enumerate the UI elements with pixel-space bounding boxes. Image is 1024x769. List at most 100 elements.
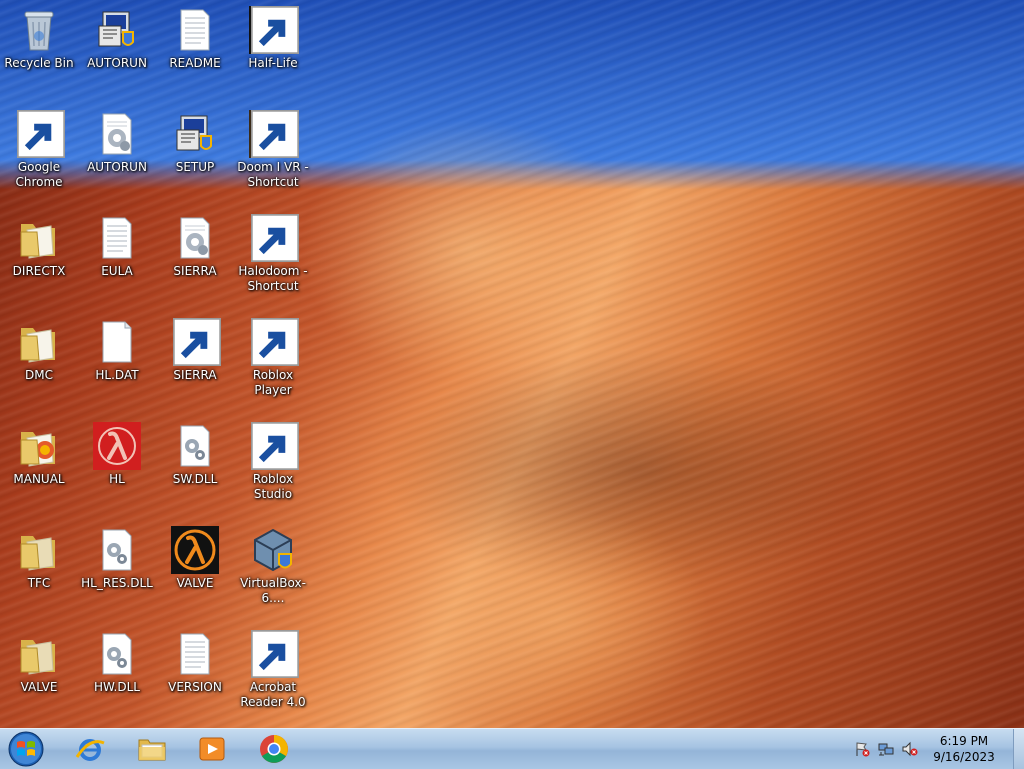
text-file-icon [171,6,219,54]
shortcut-arrow-icon [251,318,299,366]
desktop-icon-autorun-exe[interactable]: AUTORUN [78,6,156,71]
folder-icon [15,526,63,574]
desktop-icon-directx[interactable]: DIRECTX [0,214,78,279]
desktop-icon-label: DMC [25,368,53,382]
desktop-icon-label: AUTORUN [87,160,147,174]
desktop-icon-dmc[interactable]: DMC [0,318,78,383]
desktop-icon-hl-dat[interactable]: HL.DAT [78,318,156,383]
config-file-icon [171,214,219,262]
volume-muted-icon[interactable] [902,741,918,757]
desktop[interactable]: Recycle Bin Google Chrome DIRECTX DMC MA… [0,0,1024,728]
shortcut-arrow-icon [173,318,221,366]
desktop-icon-label: HW.DLL [94,680,140,694]
desktop-icon-roblox-player[interactable]: Roblox Player [234,318,312,398]
setup-icon [171,110,219,158]
dll-file-icon [93,526,141,574]
desktop-icon-halodoom[interactable]: Halodoom - Shortcut [234,214,312,294]
desktop-icon-label: VALVE [176,576,214,590]
text-file-icon [93,214,141,262]
desktop-icon-label: Doom I VR - Shortcut [237,160,309,189]
desktop-icon-label: AUTORUN [87,56,147,70]
config-file-icon [93,110,141,158]
shortcut-arrow-icon [251,214,299,262]
half-life-icon [249,6,299,54]
desktop-icon-sierra-url[interactable]: SIERRA [156,318,234,383]
acrobat-icon [249,630,299,678]
desktop-icon-label: Half-Life [248,56,298,70]
doom-icon [249,110,299,158]
desktop-icon-hw-dll[interactable]: HW.DLL [78,630,156,695]
desktop-icon-valve-folder[interactable]: VALVE [0,630,78,695]
desktop-icon-eula[interactable]: EULA [78,214,156,279]
desktop-icon-label: HL.DAT [95,368,139,382]
action-center-flag-icon[interactable] [854,741,870,757]
desktop-icon-label: TFC [27,576,51,590]
desktop-icon-roblox-studio[interactable]: Roblox Studio [234,422,312,502]
dll-file-icon [93,630,141,678]
desktop-icon-version[interactable]: VERSION [156,630,234,695]
desktop-icon-valve-exe[interactable]: VALVE [156,526,234,591]
desktop-icon-half-life[interactable]: Half-Life [234,6,312,71]
desktop-icon-tfc[interactable]: TFC [0,526,78,591]
chrome-icon [260,735,288,763]
folder-icon [15,214,63,262]
clock-time: 6:19 PM [939,734,989,748]
shortcut-arrow-icon [17,110,65,158]
desktop-icon-sierra-inf[interactable]: SIERRA [156,214,234,279]
desktop-icon-label: MANUAL [13,472,65,486]
start-button[interactable] [4,729,48,769]
virtualbox-icon [249,526,297,574]
desktop-icon-acrobat-reader[interactable]: Acrobat Reader 4.0 [234,630,312,710]
desktop-icon-label: VERSION [168,680,222,694]
roblox-player-icon [249,318,299,366]
desktop-icon-label: SIERRA [173,264,217,278]
desktop-icon-hl[interactable]: HL [78,422,156,487]
desktop-icon-label: SIERRA [173,368,217,382]
chrome-icon [15,110,65,158]
desktop-icon-label: Recycle Bin [4,56,74,70]
desktop-icon-label: Roblox Player [252,368,294,397]
taskbar: 6:19 PM 9/16/2023 [0,728,1024,769]
desktop-icon-readme[interactable]: README [156,6,234,71]
folder-icon [15,422,63,470]
taskbar-media-player[interactable] [186,731,238,767]
half-life-red-icon [93,422,141,470]
shortcut-arrow-icon [251,630,299,678]
text-file-icon [171,630,219,678]
desktop-icon-hl-res-dll[interactable]: HL_RES.DLL [78,526,156,591]
desktop-icon-label: SETUP [175,160,215,174]
shortcut-arrow-icon [251,110,299,158]
setup-icon [93,6,141,54]
desktop-icon-setup[interactable]: SETUP [156,110,234,175]
desktop-icon-virtualbox[interactable]: VirtualBox-6.... [234,526,312,606]
desktop-icon-label: HL [109,472,125,486]
media-player-icon [199,737,225,761]
desktop-icon-google-chrome[interactable]: Google Chrome [0,110,78,190]
taskbar-chrome[interactable] [248,731,300,767]
desktop-icon-label: Halodoom - Shortcut [238,264,308,293]
folder-icon [15,630,63,678]
file-explorer-icon [138,739,166,761]
desktop-icon-autorun-inf[interactable]: AUTORUN [78,110,156,175]
desktop-icon-label: VALVE [20,680,58,694]
desktop-icon-label: HL_RES.DLL [81,576,153,590]
desktop-icon-doom-vr[interactable]: Doom I VR - Shortcut [234,110,312,190]
show-desktop-button[interactable] [1013,729,1024,769]
desktop-icon-manual[interactable]: MANUAL [0,422,78,487]
clock[interactable]: 6:19 PM 9/16/2023 [926,733,1002,765]
desktop-icon-label: SW.DLL [172,472,218,486]
shortcut-arrow-icon [251,6,299,54]
taskbar-file-explorer[interactable] [126,731,178,767]
system-tray: 6:19 PM 9/16/2023 [854,729,1024,769]
desktop-icon-label: Acrobat Reader 4.0 [240,680,306,709]
taskbar-internet-explorer[interactable] [64,731,116,767]
desktop-icon-sw-dll[interactable]: SW.DLL [156,422,234,487]
blank-file-icon [93,318,141,366]
desktop-icon-label: Google Chrome [15,160,63,189]
dll-file-icon [171,422,219,470]
desktop-icon-recycle-bin[interactable]: Recycle Bin [0,6,78,71]
desktop-icon-label: DIRECTX [12,264,66,278]
shortcut-arrow-icon [251,422,299,470]
network-icon[interactable] [878,741,894,757]
clock-date: 9/16/2023 [933,750,995,764]
